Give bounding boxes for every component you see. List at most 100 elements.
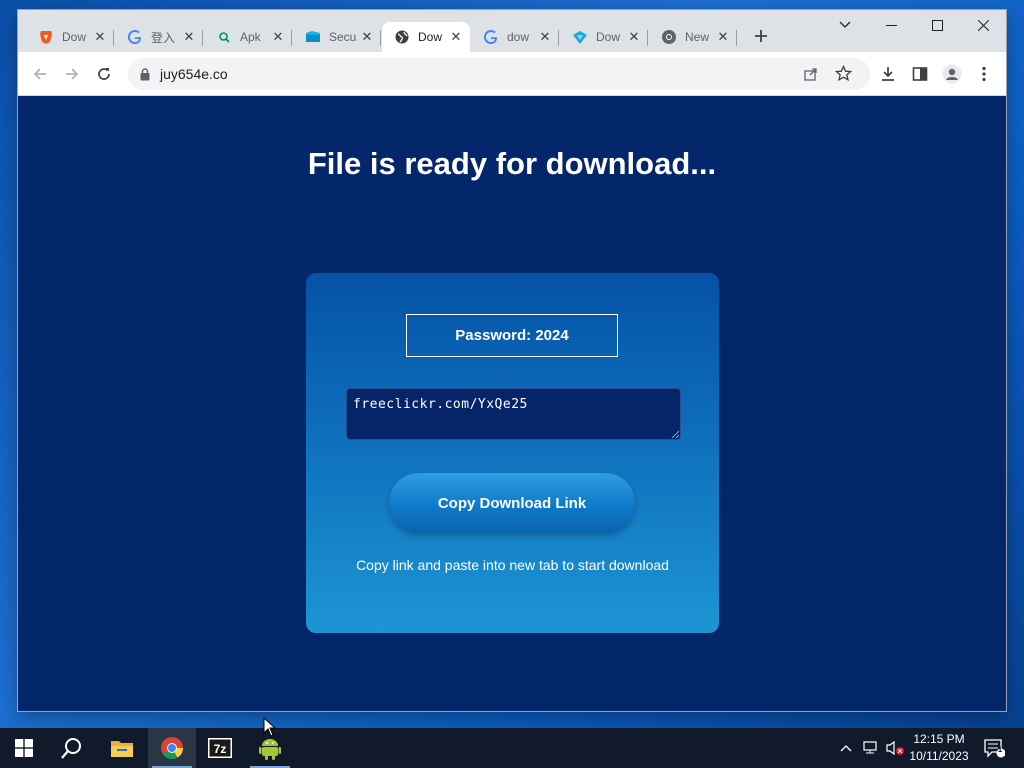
kebab-menu-icon <box>982 66 986 82</box>
download-link-field[interactable]: freeclickr.com/YxQe25 <box>346 388 681 440</box>
chevron-up-icon <box>840 745 852 752</box>
close-icon[interactable]: ✕ <box>359 29 375 45</box>
apk-search-icon <box>216 29 232 45</box>
tab-search-button[interactable] <box>822 10 868 40</box>
profile-button[interactable] <box>938 60 966 88</box>
url-text: juy654e.co <box>160 66 228 82</box>
tab-4-active[interactable]: Dow ✕ <box>382 22 470 52</box>
close-icon[interactable]: ✕ <box>270 29 286 45</box>
reload-button[interactable] <box>90 60 118 88</box>
star-icon[interactable] <box>834 64 853 87</box>
tab-title: Dow <box>418 30 443 44</box>
tab-strip: Dow ✕ 登入 ✕ Apk ✕ Secu ✕ Dow ✕ dow ✕ Dow … <box>18 10 1006 52</box>
clock-time: 12:15 PM <box>913 732 965 746</box>
page-title: File is ready for download... <box>307 146 717 181</box>
minimize-icon <box>885 24 897 26</box>
minimize-button[interactable] <box>868 10 914 40</box>
chrome-taskbar-button[interactable] <box>148 728 196 768</box>
windows-logo-icon <box>15 739 33 757</box>
7zip-button[interactable]: 7z <box>196 728 244 768</box>
tab-2[interactable]: Apk ✕ <box>204 22 292 52</box>
close-icon[interactable]: ✕ <box>715 29 731 45</box>
tab-0[interactable]: Dow ✕ <box>26 22 114 52</box>
network-icon <box>863 741 877 754</box>
tab-separator <box>113 30 114 46</box>
close-icon[interactable]: ✕ <box>537 29 553 45</box>
browser-toolbar: juy654e.co <box>18 52 1006 96</box>
android-icon <box>259 739 281 760</box>
new-tab-button[interactable] <box>749 24 773 48</box>
close-icon <box>977 19 989 31</box>
mouse-cursor-icon <box>263 717 277 737</box>
tab-3[interactable]: Secu ✕ <box>293 22 381 52</box>
google-icon <box>483 29 499 45</box>
tab-title: New <box>685 30 710 44</box>
system-clock[interactable]: 12:15 PM 10/11/2023 <box>900 731 978 765</box>
copy-download-link-button[interactable]: Copy Download Link <box>389 473 635 533</box>
google-icon <box>127 29 143 45</box>
tray-overflow-button[interactable] <box>836 728 856 768</box>
tab-title: Secu <box>329 30 357 44</box>
reload-icon <box>98 68 110 80</box>
address-bar[interactable]: juy654e.co <box>128 58 870 90</box>
tab-5[interactable]: dow ✕ <box>471 22 559 52</box>
back-button[interactable] <box>26 60 54 88</box>
brave-shield-icon <box>38 29 54 45</box>
download-icon <box>882 67 894 81</box>
plus-icon <box>755 30 767 42</box>
notification-count-badge: 1 <box>997 745 1003 754</box>
arrow-left-icon <box>33 68 46 80</box>
close-window-button[interactable] <box>960 10 1006 40</box>
password-box: Password: 2024 <box>406 314 618 357</box>
lock-icon <box>140 67 150 80</box>
taskbar: 7z 12:15 PM 10/11/2023 1 <box>0 728 1024 768</box>
close-icon[interactable]: ✕ <box>92 29 108 45</box>
tab-title: 登入 <box>151 30 176 45</box>
share-icon[interactable] <box>803 66 819 87</box>
tab-title: Dow <box>62 30 87 44</box>
start-button[interactable] <box>0 728 48 768</box>
folder-icon <box>111 741 133 757</box>
tab-title: Dow <box>596 30 621 44</box>
tab-separator <box>380 30 381 46</box>
notification-center-button[interactable]: 1 <box>980 728 1008 768</box>
password-label: Password: 2024 <box>455 327 569 344</box>
chrome-icon <box>161 737 183 759</box>
page-content: File is ready for download... Password: … <box>18 96 1006 711</box>
download-card: Password: 2024 freeclickr.com/YxQe25 Cop… <box>306 273 719 633</box>
svg-text:7z: 7z <box>214 742 227 756</box>
search-icon <box>61 738 81 759</box>
menu-button[interactable] <box>970 60 998 88</box>
search-button[interactable] <box>48 728 96 768</box>
clock-date: 10/11/2023 <box>909 749 969 763</box>
browser-window: Dow ✕ 登入 ✕ Apk ✕ Secu ✕ Dow ✕ dow ✕ Dow … <box>18 10 1006 711</box>
chevron-down-icon <box>839 21 851 28</box>
tab-separator <box>647 30 648 46</box>
file-explorer-button[interactable] <box>98 728 146 768</box>
tab-title: Apk <box>240 30 261 44</box>
security-folder-icon <box>305 29 321 45</box>
maximize-icon <box>931 19 943 31</box>
tab-6[interactable]: Dow ✕ <box>560 22 648 52</box>
network-tray-icon-button[interactable] <box>860 728 882 768</box>
globe-icon <box>394 29 410 45</box>
downloads-button[interactable] <box>874 60 902 88</box>
tab-1[interactable]: 登入 ✕ <box>115 22 203 52</box>
tab-7[interactable]: New ✕ <box>649 22 737 52</box>
7zip-icon: 7z <box>208 738 232 758</box>
tab-separator <box>202 30 203 46</box>
resize-handle-icon[interactable] <box>671 430 679 438</box>
download-diamond-icon <box>572 29 588 45</box>
close-icon[interactable]: ✕ <box>448 29 464 45</box>
tab-separator <box>291 30 292 46</box>
side-panel-icon <box>912 67 928 81</box>
close-icon[interactable]: ✕ <box>181 29 197 45</box>
forward-button[interactable] <box>58 60 86 88</box>
instruction-text: Copy link and paste into new tab to star… <box>356 557 669 573</box>
maximize-button[interactable] <box>914 10 960 40</box>
chrome-icon <box>661 29 677 45</box>
avatar-icon <box>942 64 962 84</box>
arrow-right-icon <box>66 68 79 80</box>
side-panel-button[interactable] <box>906 60 934 88</box>
close-icon[interactable]: ✕ <box>626 29 642 45</box>
